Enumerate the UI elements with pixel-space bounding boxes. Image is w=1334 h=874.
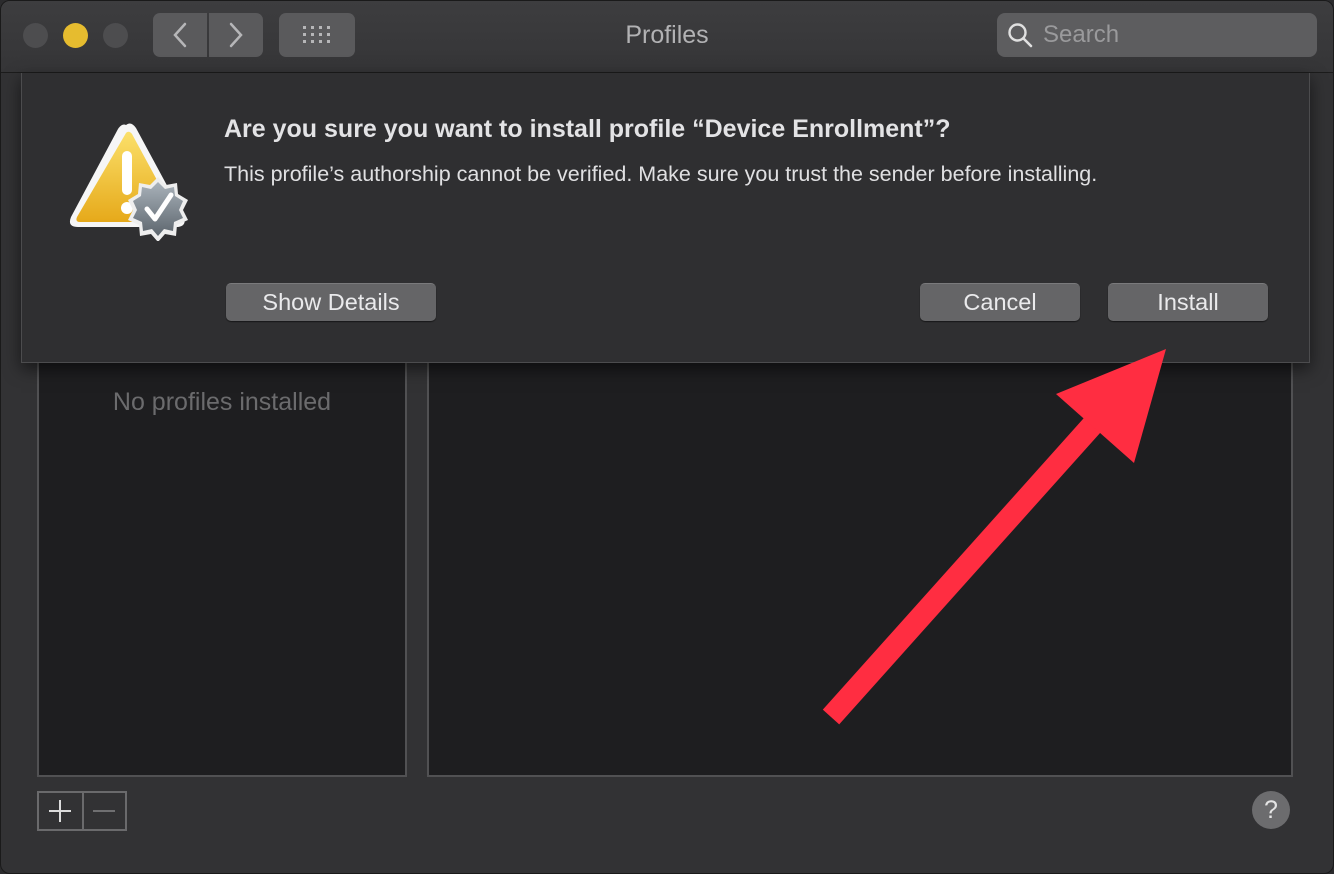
show-details-button[interactable]: Show Details (226, 283, 436, 321)
search-input[interactable] (1043, 21, 1303, 49)
remove-profile-button[interactable] (81, 793, 125, 829)
warning-verified-icon (69, 123, 188, 241)
help-button[interactable]: ? (1252, 791, 1290, 829)
profiles-list[interactable]: No profiles installed (37, 356, 407, 777)
install-button[interactable]: Install (1108, 283, 1268, 321)
add-remove-control (37, 791, 127, 831)
dialog-title: Are you sure you want to install profile… (224, 115, 951, 143)
minus-icon (93, 810, 116, 812)
plus-icon (49, 800, 72, 822)
install-profile-dialog: Are you sure you want to install profile… (21, 73, 1310, 363)
cancel-button[interactable]: Cancel (920, 283, 1080, 321)
preferences-window: Profiles No profiles installed ? (0, 0, 1334, 874)
add-profile-button[interactable] (39, 793, 82, 829)
search-icon (1008, 23, 1033, 48)
profile-detail-pane (427, 356, 1293, 777)
empty-profiles-label: No profiles installed (112, 388, 332, 416)
title-bar: Profiles (1, 1, 1333, 73)
search-field[interactable] (997, 13, 1317, 57)
dialog-message: This profile’s authorship cannot be veri… (224, 162, 1098, 186)
